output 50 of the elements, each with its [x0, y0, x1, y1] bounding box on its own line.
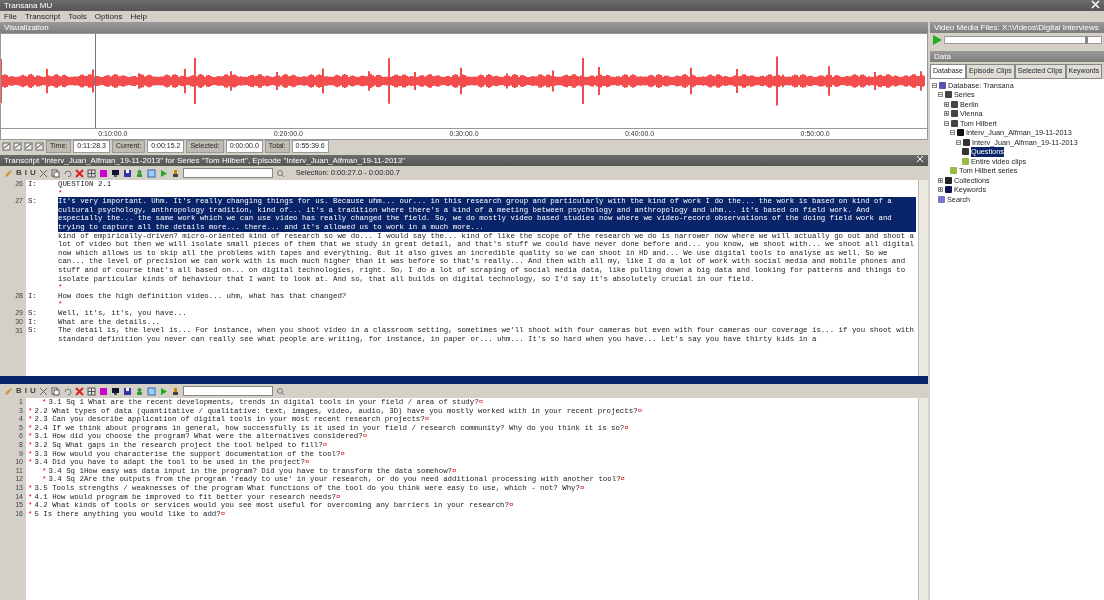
expand-icon[interactable]	[944, 111, 949, 117]
close-icon[interactable]	[74, 386, 84, 396]
collapse-icon[interactable]	[944, 120, 949, 126]
panel-title: Data	[934, 52, 951, 61]
expand-icon[interactable]	[944, 101, 949, 107]
monitor-icon[interactable]	[110, 386, 120, 396]
cut-icon[interactable]	[38, 168, 48, 178]
frame-icon[interactable]	[146, 168, 156, 178]
transcript-title: Transcript "Interv_Juan_Alfman_19-11-2013" for Series "Tom Hilbert", Episode "Interv_Juan_Alfman_19-11-2013"	[4, 155, 406, 166]
save-icon[interactable]	[122, 386, 132, 396]
search-field[interactable]	[182, 168, 273, 178]
format-button[interactable]: I	[24, 385, 27, 397]
copy-icon[interactable]	[50, 168, 60, 178]
collapse-icon[interactable]	[956, 139, 961, 145]
collapse-icon[interactable]	[950, 130, 955, 136]
menu-item[interactable]: Tools	[64, 11, 91, 22]
save-icon[interactable]	[122, 168, 132, 178]
menu-item[interactable]: Transcript	[20, 11, 65, 22]
menu-item[interactable]: File	[0, 11, 21, 22]
collapse-icon[interactable]	[938, 92, 943, 98]
scrollbar[interactable]	[918, 398, 928, 600]
play-icon[interactable]	[932, 35, 942, 45]
search-field[interactable]	[182, 386, 273, 396]
monitor-icon[interactable]	[110, 168, 120, 178]
format-button[interactable]: B	[16, 385, 22, 397]
cut-icon[interactable]	[38, 386, 48, 396]
undo-icon[interactable]	[62, 168, 72, 178]
scrollbar[interactable]	[918, 180, 928, 376]
close-icon[interactable]	[74, 168, 84, 178]
format-button[interactable]: I	[24, 167, 27, 179]
search-icon[interactable]	[275, 386, 285, 396]
undo-icon[interactable]	[62, 386, 72, 396]
window-title: Transana MU	[4, 0, 53, 11]
menu-item[interactable]: Options	[90, 11, 127, 22]
grid-icon[interactable]	[86, 168, 96, 178]
panel-title: Video Media Files: X:\Videos\Digital Interviews	[934, 23, 1099, 32]
copy-icon[interactable]	[50, 386, 60, 396]
frame-icon[interactable]	[146, 386, 156, 396]
format-button[interactable]: B	[16, 167, 22, 179]
expand-icon[interactable]	[938, 177, 943, 183]
volume-slider[interactable]	[944, 36, 1102, 44]
collapse-icon[interactable]	[932, 82, 937, 88]
menu-item[interactable]: Help	[126, 11, 151, 22]
panel-title: Visualization	[4, 23, 49, 32]
format-button[interactable]: U	[30, 167, 36, 179]
grid-icon[interactable]	[86, 386, 96, 396]
expand-icon[interactable]	[938, 187, 943, 193]
slider-thumb[interactable]	[1085, 36, 1089, 44]
format-button[interactable]: U	[30, 385, 36, 397]
search-icon[interactable]	[275, 168, 285, 178]
